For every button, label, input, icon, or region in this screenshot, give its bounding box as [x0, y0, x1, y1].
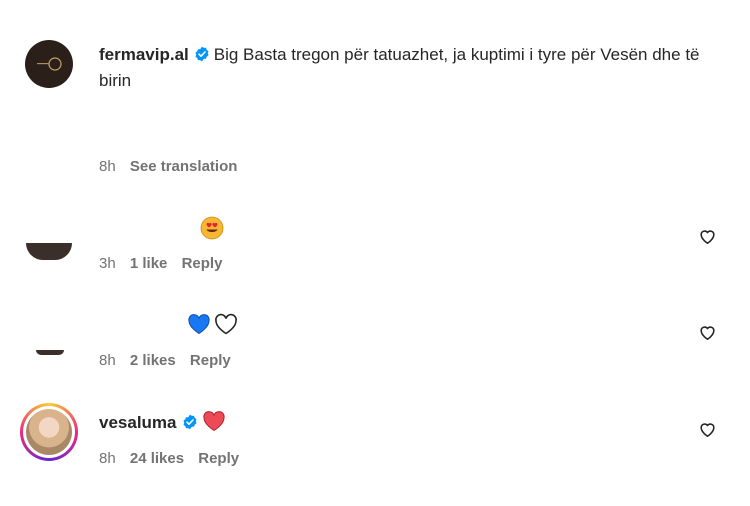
- comment-likes[interactable]: 24 likes: [130, 450, 184, 467]
- comment-meta-3: 8h 24 likes Reply: [99, 450, 249, 467]
- comment-meta-1: 3h 1 like Reply: [99, 255, 232, 272]
- post-caption-text: Big Basta tregon për tatuazhet, ja kupti…: [99, 45, 700, 90]
- comment-3-body: vesaluma: [99, 410, 719, 436]
- reply-button[interactable]: Reply: [190, 352, 231, 369]
- comment-time: 3h: [99, 255, 116, 272]
- like-heart-outline-icon[interactable]: [698, 420, 717, 439]
- post-caption: fermavip.al Big Basta tregon për tatuazhe…: [99, 42, 719, 94]
- comment-likes[interactable]: 1 like: [130, 255, 168, 272]
- post-username[interactable]: fermavip.al: [99, 45, 189, 64]
- verified-badge-icon: [195, 46, 209, 62]
- comment-likes[interactable]: 2 likes: [130, 352, 176, 369]
- comment-meta-2: 8h 2 likes Reply: [99, 352, 241, 369]
- post-meta: 8h See translation: [99, 158, 247, 175]
- logo-mark: [37, 57, 62, 71]
- avatar: [26, 409, 72, 455]
- verified-badge-icon: [183, 414, 196, 430]
- comment-time: 8h: [99, 352, 116, 369]
- heart-eyes-emoji: [200, 216, 224, 240]
- comment-avatar-story-ring[interactable]: [20, 403, 78, 461]
- like-heart-outline-icon[interactable]: [698, 227, 717, 246]
- white-heart-emoji: [215, 313, 237, 335]
- post-time: 8h: [99, 158, 116, 175]
- comment-username[interactable]: vesaluma: [99, 413, 177, 432]
- reply-button[interactable]: Reply: [182, 255, 223, 272]
- post-avatar[interactable]: [25, 40, 73, 88]
- red-heart-emoji: [202, 411, 225, 432]
- like-heart-outline-icon[interactable]: [698, 323, 717, 342]
- blue-heart-emoji: [188, 314, 210, 335]
- comment-time: 8h: [99, 450, 116, 467]
- comment-avatar-2[interactable]: [36, 350, 64, 355]
- reply-button[interactable]: Reply: [198, 450, 239, 467]
- comment-avatar-1[interactable]: [26, 243, 72, 260]
- see-translation-link[interactable]: See translation: [130, 158, 238, 175]
